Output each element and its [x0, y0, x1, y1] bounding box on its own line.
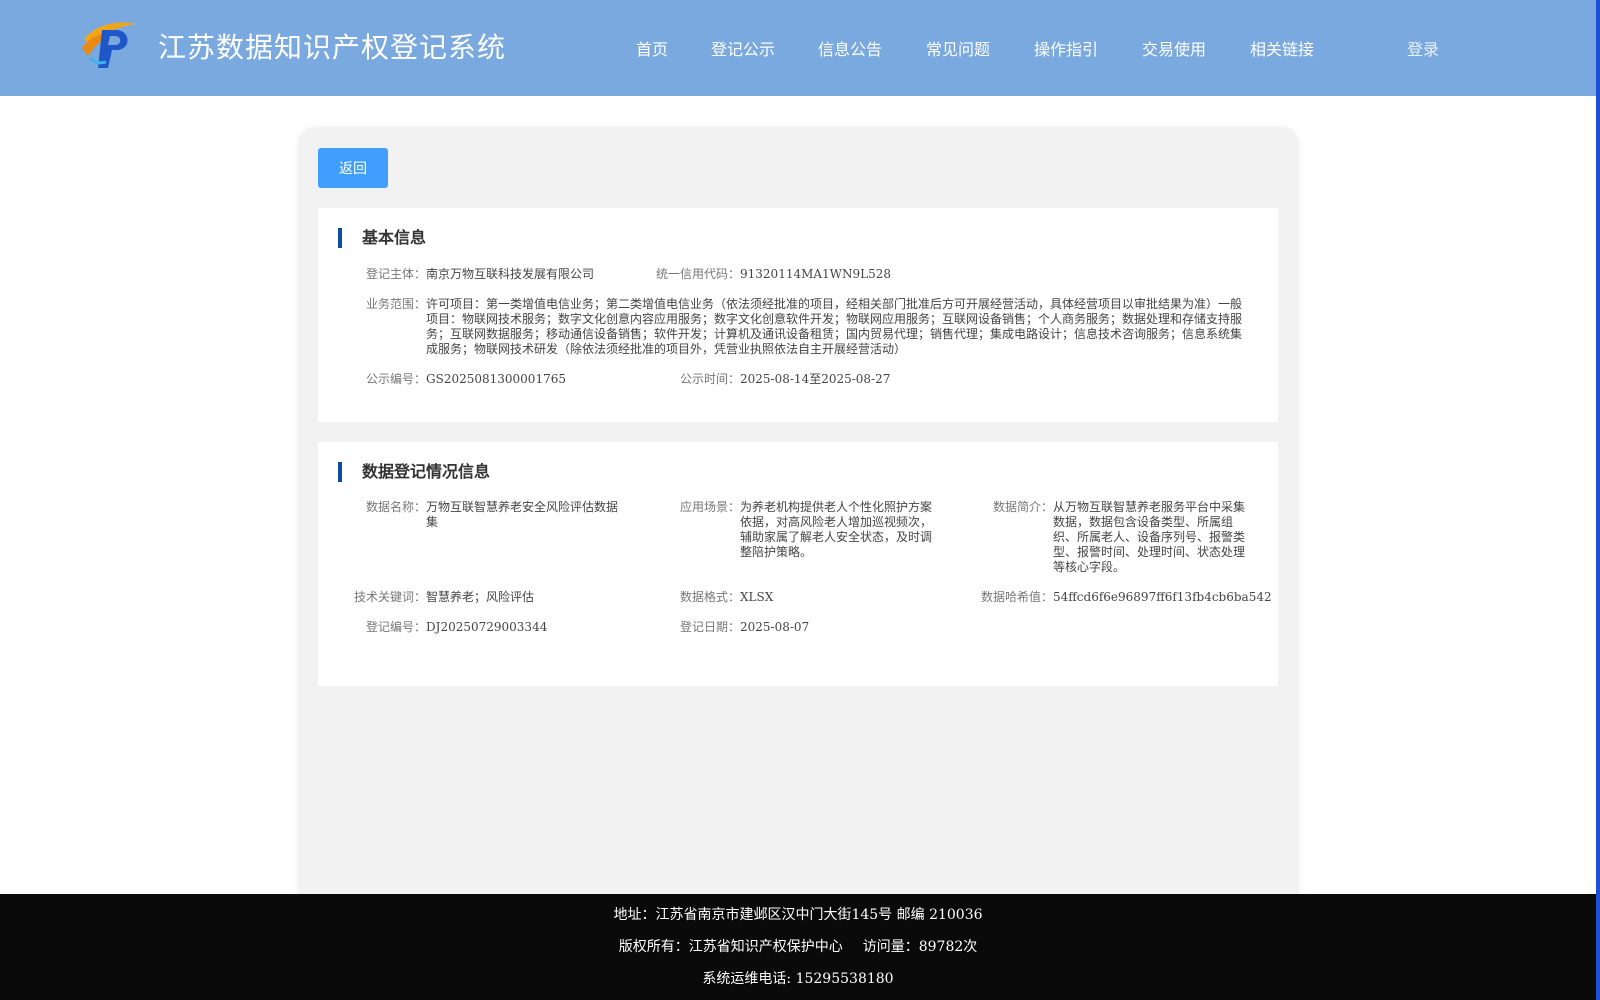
notice-time-field: 公示时间：2025-08-14至2025-08-27	[680, 372, 890, 387]
registrant-label: 登记主体：	[366, 267, 427, 281]
footer-address: 地址：江苏省南京市建邺区汉中门大街145号 邮编 210036	[613, 907, 983, 923]
business-scope-field: 业务范围： 许可项目：第一类增值电信业务；第二类增值电信业务（依法须经批准的项目，…	[366, 297, 1254, 357]
reg-date-label: 登记日期：	[680, 620, 741, 634]
footer-phone: 系统运维电话: 15295538180	[702, 971, 894, 987]
reg-no-value: DJ20250729003344	[426, 620, 548, 634]
reg-date-field: 登记日期：2025-08-07	[680, 620, 809, 635]
nav-item-guide[interactable]: 操作指引	[1034, 36, 1098, 60]
scenario-field: 应用场景： 为养老机构提供老人个性化照护方案依据，对高风险老人增加巡视频次，辅助家…	[680, 500, 936, 560]
notice-time-value: 2025-08-14至2025-08-27	[740, 372, 891, 386]
footer-copyright-line: 版权所有：江苏省知识产权保护中心 访问量：89782次	[0, 936, 1596, 956]
data-name-label: 数据名称：	[366, 500, 427, 514]
notice-time-label: 公示时间：	[680, 372, 741, 386]
format-field: 数据格式：XLSX	[680, 590, 773, 605]
credit-code-field: 统一信用代码：91320114MA1WN9L528	[656, 267, 891, 282]
business-scope-value: 许可项目：第一类增值电信业务；第二类增值电信业务（依法须经批准的项目，经相关部门…	[426, 297, 1243, 356]
nav-item-faq[interactable]: 常见问题	[926, 36, 990, 60]
hash-label: 数据哈希值：	[981, 590, 1054, 604]
hash-field: 数据哈希值：54ffcd6f6e96897ff6f13fb4cb6ba542	[981, 590, 1272, 605]
registrant-field: 登记主体：南京万物互联科技发展有限公司	[366, 267, 594, 282]
credit-code-label: 统一信用代码：	[656, 267, 741, 281]
nav-item-trading[interactable]: 交易使用	[1142, 36, 1206, 60]
hash-value: 54ffcd6f6e96897ff6f13fb4cb6ba542	[1053, 590, 1272, 604]
notice-no-label: 公示编号：	[366, 372, 427, 386]
summary-label: 数据简介：	[993, 500, 1054, 514]
keywords-label: 技术关键词：	[354, 590, 427, 604]
credit-code-value: 91320114MA1WN9L528	[740, 267, 892, 281]
business-scope-label: 业务范围：	[366, 297, 427, 311]
back-button[interactable]: 返回	[318, 148, 388, 188]
notice-no-field: 公示编号：GS2025081300001765	[366, 372, 566, 387]
data-name-value: 万物互联智慧养老安全风险评估数据集	[426, 500, 619, 529]
summary-value: 从万物互联智慧养老服务平台中采集数据，数据包含设备类型、所属组织、所属老人、设备…	[1053, 500, 1246, 574]
reg-date-value: 2025-08-07	[740, 620, 810, 634]
scenario-value: 为养老机构提供老人个性化照护方案依据，对高风险老人增加巡视频次，辅助家属了解老人…	[740, 500, 933, 559]
footer-copyright: 版权所有：江苏省知识产权保护中心	[618, 939, 843, 955]
footer-visits-label: 访问量：	[862, 939, 919, 955]
main-nav: 首页 登记公示 信息公告 常见问题 操作指引 交易使用 相关链接	[0, 36, 1596, 60]
format-label: 数据格式：	[680, 590, 741, 604]
login-link[interactable]: 登录	[1407, 36, 1439, 60]
keywords-value: 智慧养老；风险评估	[426, 590, 535, 604]
notice-no-value: GS2025081300001765	[426, 372, 566, 386]
reg-no-label: 登记编号：	[366, 620, 427, 634]
data-registration-card: 数据登记情况信息 数据名称： 万物互联智慧养老安全风险评估数据集 应用场景： 为养老…	[318, 442, 1278, 686]
keywords-field: 技术关键词：智慧养老；风险评估	[354, 590, 534, 605]
nav-item-links[interactable]: 相关链接	[1250, 36, 1314, 60]
reg-no-field: 登记编号：DJ20250729003344	[366, 620, 547, 635]
data-registration-title: 数据登记情况信息	[338, 462, 490, 482]
basic-info-title: 基本信息	[338, 228, 426, 248]
detail-panel: 返回 基本信息 登记主体：南京万物互联科技发展有限公司 统一信用代码：91320…	[298, 127, 1299, 907]
site-footer: 地址：江苏省南京市建邺区汉中门大街145号 邮编 210036 版权所有：江苏省…	[0, 894, 1596, 1000]
format-value: XLSX	[740, 590, 774, 604]
data-name-field: 数据名称： 万物互联智慧养老安全风险评估数据集	[366, 500, 622, 530]
scrollbar-edge[interactable]	[1596, 0, 1600, 1000]
scenario-label: 应用场景：	[680, 500, 741, 514]
registrant-value: 南京万物互联科技发展有限公司	[426, 267, 595, 281]
site-header: 江苏数据知识产权登记系统 首页 登记公示 信息公告 常见问题 操作指引 交易使用…	[0, 0, 1596, 96]
nav-item-announcements[interactable]: 信息公告	[818, 36, 882, 60]
summary-field: 数据简介： 从万物互联智慧养老服务平台中采集数据，数据包含设备类型、所属组织、所属…	[993, 500, 1249, 575]
basic-info-card: 基本信息 登记主体：南京万物互联科技发展有限公司 统一信用代码：91320114…	[318, 208, 1278, 422]
nav-item-registration-notice[interactable]: 登记公示	[711, 36, 775, 60]
nav-item-home[interactable]: 首页	[636, 36, 668, 60]
footer-visits-value: 89782次	[918, 939, 978, 955]
